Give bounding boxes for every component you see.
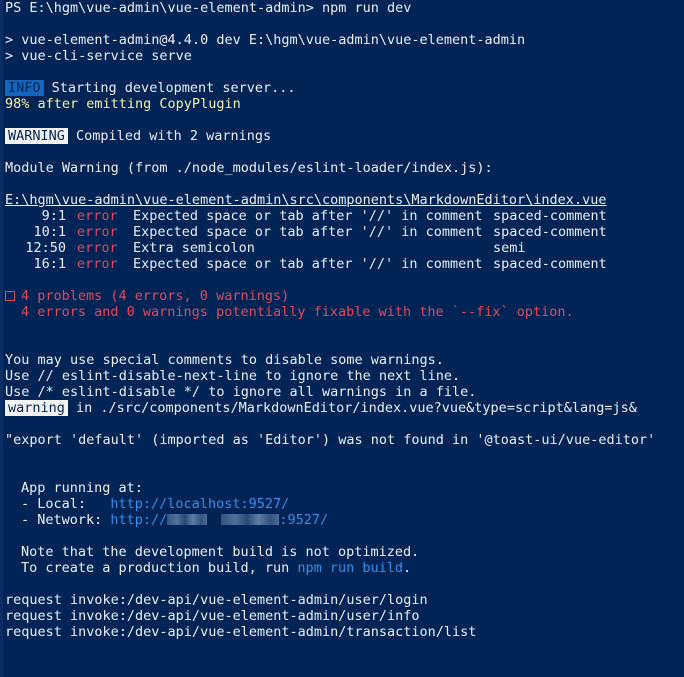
network-url-line: - Network: http:// :9527/ (21, 512, 328, 528)
lint-message: Extra semicolon (133, 240, 255, 256)
terminal-scroll-edge (0, 0, 3, 677)
warning-file-path[interactable]: E:\hgm\vue-admin\vue-element-admin\src\c… (5, 192, 606, 208)
lint-level: error (77, 208, 118, 224)
fixable-summary: 4 errors and 0 warnings potentially fixa… (21, 304, 574, 320)
warning-badge: WARNING (5, 128, 68, 144)
lint-message: Expected space or tab after '//' in comm… (133, 224, 483, 240)
build-note-suffix: . (403, 560, 412, 576)
hint-line-2: Use // eslint-disable-next-line to ignor… (5, 368, 461, 384)
build-note-line-2: To create a production build, run npm ru… (21, 560, 411, 576)
build-note-line-1: Note that the development build is not o… (21, 544, 420, 560)
local-url-link[interactable]: http://localhost:9527/ (110, 496, 289, 512)
lint-level: error (77, 240, 118, 256)
lint-message: Expected space or tab after '//' in comm… (133, 208, 483, 224)
warning-header-message: Compiled with 2 warnings (76, 128, 272, 144)
warning-header-line: WARNING Compiled with 2 warnings (5, 128, 271, 144)
lint-position: 10:1 (33, 224, 66, 240)
lint-position: 9:1 (41, 208, 66, 224)
second-warning-line: warning in ./src/components/MarkdownEdit… (5, 400, 637, 416)
terminal-window[interactable]: PS E:\hgm\vue-admin\vue-element-admin> n… (0, 0, 684, 677)
lint-rule: spaced-comment (493, 256, 607, 272)
lint-rule: semi (493, 240, 526, 256)
build-command: npm run build (297, 560, 404, 576)
hint-line-1: You may use special comments to disable … (5, 352, 444, 368)
info-line: INFO Starting development server... (5, 80, 296, 96)
lint-row: 16:1 error Expected space or tab after '//… (5, 256, 607, 272)
script-echo-line-1: > vue-element-admin@4.4.0 dev E:\hgm\vue… (5, 32, 526, 48)
error-box-icon (5, 291, 15, 301)
lint-level: error (77, 224, 118, 240)
redacted-ip-blur (221, 514, 280, 525)
redacted-ip-gap (207, 514, 221, 525)
request-log-line: request invoke:/dev-api/vue-element-admi… (5, 624, 477, 640)
script-echo-line-2: > vue-cli-service serve (5, 48, 192, 64)
lint-position: 12:50 (25, 240, 66, 256)
network-url-link[interactable]: http:// :9527/ (110, 512, 328, 528)
network-label: - Network: (21, 512, 111, 528)
module-warning-heading: Module Warning (from ./node_modules/esli… (5, 160, 493, 176)
lint-rule: spaced-comment (493, 208, 607, 224)
problems-summary: 4 problems (4 errors, 0 warnings) (21, 288, 290, 304)
second-warning-message: in ./src/components/MarkdownEditor/index… (76, 400, 637, 416)
build-note-prefix: To create a production build, run (21, 560, 298, 576)
info-message: Starting development server... (51, 80, 296, 96)
info-badge: INFO (5, 80, 44, 96)
local-label: - Local: (21, 496, 111, 512)
network-url-prefix: http:// (110, 512, 168, 528)
lint-row: 10:1 error Expected space or tab after '//… (5, 224, 607, 240)
request-log-line: request invoke:/dev-api/vue-element-admi… (5, 592, 428, 608)
app-running-heading: App running at: (21, 480, 143, 496)
warning-badge-small: warning (5, 400, 68, 416)
network-url-suffix: :9527/ (279, 512, 329, 528)
problems-summary-line: 4 problems (4 errors, 0 warnings) (5, 288, 289, 304)
lint-row: 9:1 error Expected space or tab after '//'… (5, 208, 607, 224)
lint-level: error (77, 256, 118, 272)
lint-row: 12:50 error Extra semicolon semi (5, 240, 526, 256)
request-log-line: request invoke:/dev-api/vue-element-admi… (5, 608, 420, 624)
hint-line-3: Use /* eslint-disable */ to ignore all w… (5, 384, 477, 400)
progress-line: 98% after emitting CopyPlugin (5, 96, 241, 112)
prompt-line: PS E:\hgm\vue-admin\vue-element-admin> n… (5, 0, 412, 16)
lint-position: 16:1 (33, 256, 66, 272)
export-not-found-line: "export 'default' (imported as 'Editor')… (5, 432, 656, 448)
lint-rule: spaced-comment (493, 224, 607, 240)
lint-message: Expected space or tab after '//' in comm… (133, 256, 483, 272)
local-url-line: - Local: http://localhost:9527/ (21, 496, 289, 512)
redacted-ip-blur (167, 514, 208, 525)
